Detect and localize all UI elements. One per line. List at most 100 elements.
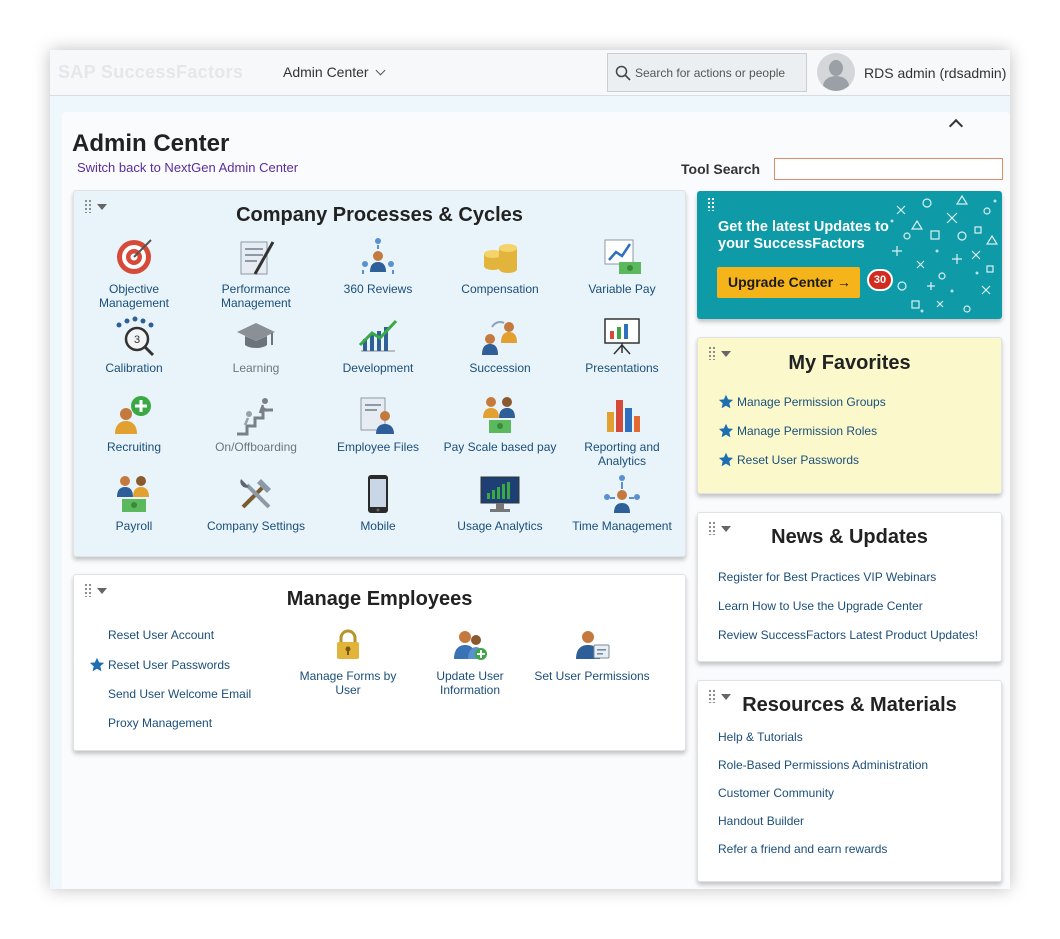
favorite-link[interactable]: Reset User Passwords: [737, 453, 859, 467]
employee-file-icon: [360, 397, 394, 434]
process-label: Usage Analytics: [457, 519, 543, 533]
process-label: Performance Management: [220, 282, 292, 310]
mobile-phone-icon: [368, 475, 388, 513]
process-label: On/Offboarding: [215, 440, 297, 454]
svg-text:3: 3: [134, 334, 140, 346]
process-tile[interactable]: Variable Pay: [562, 236, 682, 296]
reset-user-passwords-link[interactable]: Reset User Passwords: [108, 658, 230, 672]
switch-admin-link[interactable]: Switch back to NextGen Admin Center: [77, 160, 298, 175]
process-label: Variable Pay: [588, 282, 656, 296]
proxy-management-link[interactable]: Proxy Management: [108, 716, 212, 730]
shell-header: SAP SuccessFactors Admin Center Search f…: [50, 50, 1010, 96]
process-label: Mobile: [360, 519, 396, 533]
process-tile[interactable]: On/Offboarding: [196, 394, 316, 454]
process-tile[interactable]: Usage Analytics: [440, 473, 560, 533]
process-tile[interactable]: Learning: [196, 315, 316, 375]
process-label: Employee Files: [336, 440, 420, 454]
favorite-star-icon[interactable]: [718, 394, 734, 410]
document-pen-icon: [240, 241, 275, 275]
page-title: Admin Center: [72, 130, 230, 157]
favorite-link[interactable]: Manage Permission Roles: [737, 424, 877, 438]
people-circle-icon: [362, 238, 394, 274]
process-label: Pay Scale based pay: [443, 440, 557, 454]
process-label: Objective Management: [98, 282, 170, 310]
user-menu[interactable]: RDS admin (rdsadmin): [864, 65, 1006, 81]
stairs-icon: [237, 398, 273, 436]
banner-text: Get the latest Updates to your SuccessFa…: [718, 219, 889, 252]
manage-forms-label: Manage Forms by User: [299, 669, 397, 697]
process-label: Payroll: [115, 519, 153, 533]
upgrade-center-button[interactable]: Upgrade Center →: [717, 267, 860, 298]
panel-drag-handle[interactable]: [707, 197, 729, 211]
avatar[interactable]: [817, 53, 855, 91]
process-tile[interactable]: Development: [318, 315, 438, 375]
news-link[interactable]: Register for Best Practices VIP Webinars: [718, 570, 936, 584]
resource-link[interactable]: Help & Tutorials: [718, 730, 803, 744]
process-label: Compensation: [461, 282, 539, 296]
set-user-permissions-tile[interactable]: Set User Permissions: [532, 627, 652, 683]
drag-handle-icon: [707, 197, 715, 211]
process-tile[interactable]: Payroll: [74, 473, 194, 533]
favorite-star-icon[interactable]: [718, 423, 734, 439]
process-tile[interactable]: Compensation: [440, 236, 560, 296]
favorite-star-icon[interactable]: [718, 452, 734, 468]
resources-materials-panel: Resources & Materials Help & Tutorials R…: [697, 680, 1002, 882]
news-link[interactable]: Learn How to Use the Upgrade Center: [718, 599, 923, 613]
favorites-title: My Favorites: [788, 352, 911, 374]
resource-link[interactable]: Refer a friend and earn rewards: [718, 842, 887, 856]
module-label: Admin Center: [283, 64, 369, 80]
chart-money-icon: [604, 239, 641, 274]
monitor-chart-icon: [480, 476, 520, 512]
process-tile[interactable]: Reporting and Analytics: [562, 394, 682, 468]
process-tile[interactable]: 360 Reviews: [318, 236, 438, 296]
upgrade-banner: Get the latest Updates to your SuccessFa…: [697, 191, 1002, 319]
my-favorites-panel: My Favorites Manage Permission Groups Ma…: [697, 337, 1002, 494]
tool-search-input[interactable]: [774, 158, 1003, 180]
resources-title: Resources & Materials: [742, 694, 957, 716]
process-tile[interactable]: Objective Management: [74, 236, 194, 310]
process-label: Company Settings: [206, 519, 306, 533]
news-link[interactable]: Review SuccessFactors Latest Product Upd…: [718, 628, 978, 642]
process-tile[interactable]: Employee Files: [318, 394, 438, 454]
process-tile[interactable]: 3 Calibration: [74, 315, 194, 375]
process-label: Succession: [469, 361, 531, 375]
process-tile[interactable]: Presentations: [562, 315, 682, 375]
favorite-link[interactable]: Manage Permission Groups: [737, 395, 886, 409]
manage-forms-tile[interactable]: Manage Forms by User: [288, 627, 408, 697]
process-tile[interactable]: Recruiting: [74, 394, 194, 454]
add-person-icon: [115, 396, 151, 434]
resource-link[interactable]: Customer Community: [718, 786, 834, 800]
process-tile[interactable]: Company Settings: [196, 473, 316, 533]
presentation-board-icon: [604, 318, 640, 355]
resource-link[interactable]: Handout Builder: [718, 814, 804, 828]
process-tile[interactable]: Performance Management: [196, 236, 316, 310]
process-tile[interactable]: Time Management: [562, 473, 682, 533]
global-search-input[interactable]: Search for actions or people: [607, 53, 807, 92]
reset-user-account-link[interactable]: Reset User Account: [108, 628, 214, 642]
growth-people-icon: [358, 319, 398, 352]
process-label: Reporting and Analytics: [584, 440, 660, 468]
manage-employees-panel: Manage Employees Reset User Account Rese…: [73, 574, 686, 751]
favorite-star-icon[interactable]: [89, 657, 105, 673]
company-processes-panel: Company Processes & Cycles Objective Man…: [73, 190, 686, 557]
process-tile[interactable]: Mobile: [318, 473, 438, 533]
permissions-user-icon: [576, 631, 610, 659]
logo[interactable]: SAP SuccessFactors: [58, 62, 243, 83]
news-title: News & Updates: [771, 526, 928, 548]
process-label: Recruiting: [106, 440, 162, 454]
people-money-icon: [483, 397, 515, 433]
search-placeholder: Search for actions or people: [635, 66, 786, 80]
module-switcher[interactable]: Admin Center: [283, 64, 386, 80]
process-label: Development: [342, 361, 414, 375]
update-user-info-tile[interactable]: Update User Information: [410, 627, 530, 697]
set-user-permissions-label: Set User Permissions: [534, 669, 650, 683]
search-icon: [615, 65, 631, 81]
process-label: Time Management: [572, 519, 672, 533]
chevron-down-icon: [375, 65, 386, 76]
process-tile[interactable]: Pay Scale based pay: [440, 394, 560, 454]
process-tile[interactable]: Succession: [440, 315, 560, 375]
send-welcome-email-link[interactable]: Send User Welcome Email: [108, 687, 251, 701]
processes-title: Company Processes & Cycles: [236, 204, 523, 226]
resource-link[interactable]: Role-Based Permissions Administration: [718, 758, 928, 772]
coins-icon: [484, 244, 517, 273]
